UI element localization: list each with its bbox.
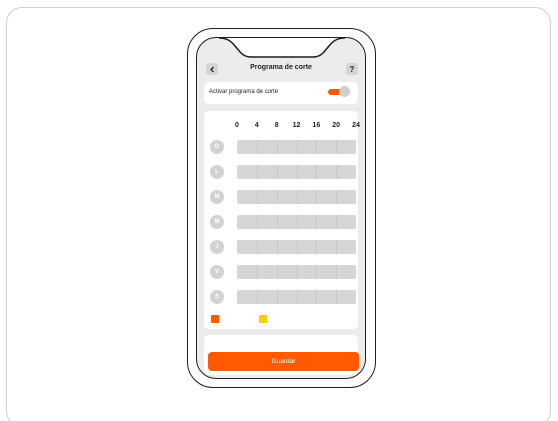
day-label: V <box>210 265 224 279</box>
day-row: D <box>204 140 358 154</box>
segment-divider <box>256 140 258 154</box>
segment-divider <box>336 215 338 229</box>
day-row: L <box>204 165 358 179</box>
day-schedule-bar[interactable] <box>237 140 356 154</box>
segment-divider <box>336 140 338 154</box>
segment-divider <box>276 265 278 279</box>
segment-divider <box>276 240 278 254</box>
segment-divider <box>316 240 318 254</box>
hour-axis: 0 4 8 12 16 20 24 <box>204 122 360 132</box>
day-label: D <box>210 140 224 154</box>
segment-divider <box>336 165 338 179</box>
save-button[interactable]: Guardar <box>208 352 359 371</box>
hour-label: 8 <box>274 122 279 129</box>
segment-divider <box>276 165 278 179</box>
schedule-card: 0 4 8 12 16 20 24 DLMMJVS <box>204 111 360 329</box>
day-label: J <box>210 240 224 254</box>
day-schedule-bar[interactable] <box>237 290 356 304</box>
day-label: M <box>210 215 224 229</box>
day-row: J <box>204 240 358 254</box>
toggle-knob <box>339 86 350 97</box>
toggle-card: Activar programa de corte <box>204 82 358 104</box>
segment-divider <box>316 290 318 304</box>
help-button[interactable]: ? <box>346 63 358 75</box>
screen-header: Programa de corte ? <box>197 63 365 77</box>
day-label: S <box>210 290 224 304</box>
segment-divider <box>276 140 278 154</box>
phone-screen: Programa de corte ? Activar programa de … <box>196 37 366 379</box>
segment-divider <box>336 190 338 204</box>
segment-divider <box>296 140 298 154</box>
segment-divider <box>256 165 258 179</box>
hour-label: 20 <box>332 122 341 129</box>
segment-divider <box>316 140 318 154</box>
segment-divider <box>296 215 298 229</box>
segment-divider <box>256 215 258 229</box>
segment-divider <box>296 265 298 279</box>
day-row: S <box>204 290 358 304</box>
day-label: L <box>210 165 224 179</box>
hour-label: 16 <box>312 122 321 129</box>
day-schedule-bar[interactable] <box>237 240 356 254</box>
segment-divider <box>276 190 278 204</box>
segment-divider <box>276 215 278 229</box>
segment-divider <box>256 190 258 204</box>
day-row: M <box>204 190 358 204</box>
segment-divider <box>316 215 318 229</box>
day-schedule-bar[interactable] <box>237 165 356 179</box>
segment-divider <box>336 265 338 279</box>
segment-divider <box>336 290 338 304</box>
day-schedule-bar[interactable] <box>237 265 356 279</box>
segment-divider <box>296 290 298 304</box>
hour-label: 12 <box>292 122 301 129</box>
day-schedule-bar[interactable] <box>237 190 356 204</box>
segment-divider <box>256 240 258 254</box>
segment-divider <box>316 165 318 179</box>
notch <box>218 38 346 58</box>
day-label: M <box>210 190 224 204</box>
segment-divider <box>296 190 298 204</box>
hour-label: 4 <box>254 122 259 129</box>
legend-swatch-yellow <box>259 315 267 323</box>
segment-divider <box>336 240 338 254</box>
page-title: Programa de corte <box>250 64 312 71</box>
hour-label: 0 <box>235 122 239 129</box>
segment-divider <box>296 165 298 179</box>
day-row: V <box>204 265 358 279</box>
segment-divider <box>256 290 258 304</box>
segment-divider <box>296 240 298 254</box>
toggle-label: Activar programa de corte <box>209 89 279 95</box>
day-row: M <box>204 215 358 229</box>
segment-divider <box>276 290 278 304</box>
activate-toggle[interactable] <box>328 86 350 97</box>
segment-divider <box>316 190 318 204</box>
segment-divider <box>316 265 318 279</box>
segment-divider <box>256 265 258 279</box>
day-schedule-bar[interactable] <box>237 215 356 229</box>
hour-label: 24 <box>352 122 360 129</box>
legend-swatch-orange <box>211 315 219 323</box>
